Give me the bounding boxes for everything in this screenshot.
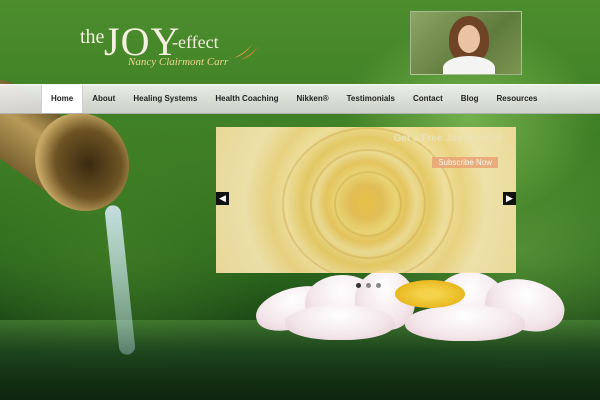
subscribe-button[interactable]: Subscribe Now: [432, 157, 498, 168]
slider-dot[interactable]: [376, 283, 381, 288]
logo-swoosh-icon: [234, 38, 258, 60]
nav-item-healing-systems[interactable]: Healing Systems: [124, 85, 206, 113]
profile-photo: [410, 11, 522, 75]
logo-author-name: Nancy Clairmont Carr: [128, 56, 229, 68]
slide-title: Get a Free Joy Booklet: [393, 133, 502, 144]
nav-item-about[interactable]: About: [83, 85, 124, 113]
main-nav: Home About Healing Systems Health Coachi…: [0, 84, 600, 114]
slider-dot[interactable]: [356, 283, 361, 288]
nav-item-testimonials[interactable]: Testimonials: [338, 85, 404, 113]
nav-item-contact[interactable]: Contact: [404, 85, 452, 113]
nav-item-health-coaching[interactable]: Health Coaching: [206, 85, 287, 113]
nav-item-blog[interactable]: Blog: [452, 85, 488, 113]
logo-the: the: [80, 26, 105, 48]
nav-item-nikken[interactable]: Nikken®: [288, 85, 338, 113]
chevron-left-icon[interactable]: ◀: [216, 192, 229, 205]
water-lily: [251, 270, 585, 345]
nav-item-resources[interactable]: Resources: [488, 85, 547, 113]
hero-slider[interactable]: Get a Free Joy Booklet Subscribe Now: [216, 127, 516, 273]
slider-dot[interactable]: [366, 283, 371, 288]
chevron-right-icon[interactable]: ▶: [503, 192, 516, 205]
logo-effect: -effect: [172, 32, 219, 52]
slider-pagination: [356, 283, 381, 288]
nav-item-home[interactable]: Home: [41, 85, 84, 113]
